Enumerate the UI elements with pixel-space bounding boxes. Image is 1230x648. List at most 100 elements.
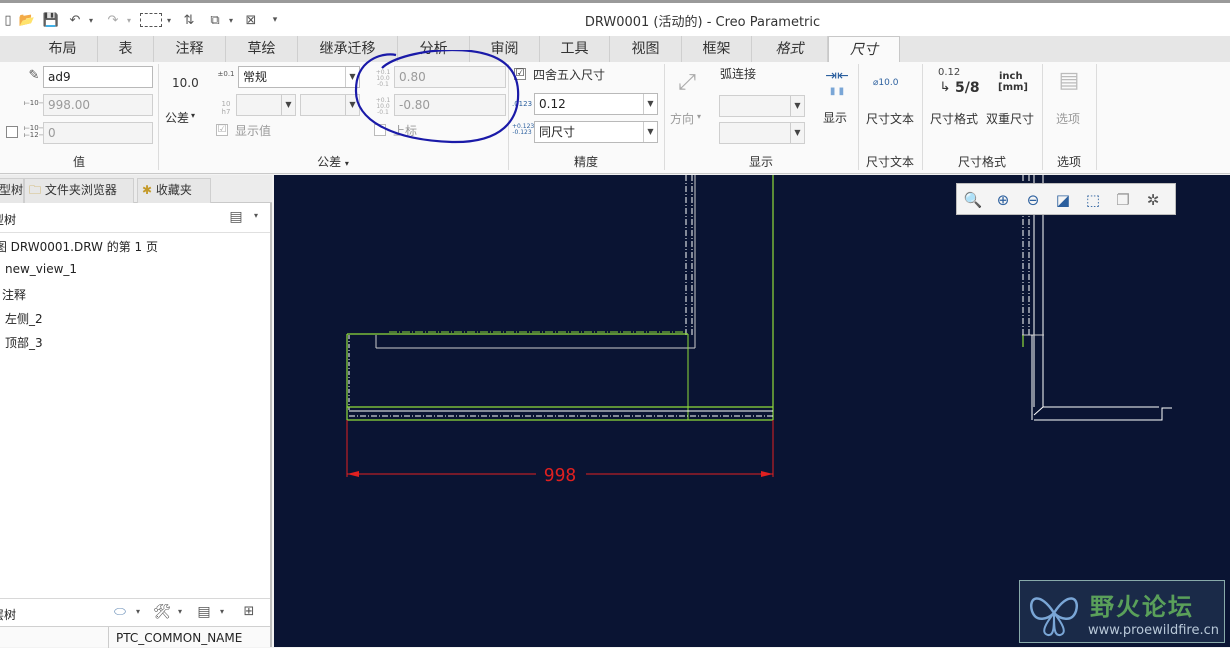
show-value-checkbox[interactable]: ☑ — [216, 124, 228, 136]
zoom-in-icon[interactable]: ⊕ — [991, 188, 1015, 212]
column-settings-icon[interactable]: ⊞ — [238, 604, 260, 619]
tab-table[interactable]: 表 — [98, 36, 154, 62]
display-group-label: 显示 — [748, 155, 773, 169]
show-icon[interactable]: ⬭ — [110, 604, 130, 620]
direction-icon[interactable]: ⤢ — [670, 70, 704, 95]
precision-group-label: 精度 — [573, 155, 598, 169]
override-value-field[interactable]: 0 — [43, 122, 153, 144]
tree-settings-icon[interactable]: ▤ — [228, 209, 244, 225]
show-dropdown-icon[interactable]: ▾ — [134, 607, 142, 616]
dimension-format-button[interactable]: 尺寸格式 — [930, 110, 978, 127]
direction-label[interactable]: 方向 — [670, 110, 694, 127]
chevron-down-icon: ▼ — [643, 122, 657, 142]
chevron-down-icon: ▼ — [281, 95, 295, 115]
tab-frame[interactable]: 框架 — [682, 36, 752, 62]
tree-item-drawing-label: 绘图 DRW0001.DRW 的第 1 页 — [0, 240, 158, 254]
tree-item-annotations[interactable]: 注释 — [2, 286, 26, 303]
model-tree-panel: 模型树 ▤ ▾ 绘图 DRW0001.DRW 的第 1 页 new_view_1… — [0, 203, 272, 648]
dimension-text-button[interactable]: 尺寸文本 — [866, 110, 914, 127]
tab-folder-browser-label: 文件夹浏览器 — [44, 183, 117, 197]
tolerance-dropdown-icon[interactable]: ▾ — [191, 111, 195, 120]
direction-dropdown-icon[interactable]: ▾ — [697, 112, 701, 121]
nominal-value-field[interactable]: 998.00 — [43, 94, 153, 116]
tab-model-tree-label: 模型树 — [0, 183, 23, 197]
dimension-arrow-left — [347, 471, 359, 477]
tools-icon[interactable]: 🛠 — [152, 604, 172, 620]
drawing-canvas[interactable]: 998 — [274, 175, 1230, 647]
arc-join-style-select[interactable]: ▼ — [719, 122, 805, 144]
options-document-icon[interactable]: ▤ — [1058, 68, 1080, 93]
fit-class-icon: 10 h7 — [221, 100, 231, 116]
repaint-icon[interactable]: ◪ — [1051, 188, 1075, 212]
format-arrow-icon: ↳ — [939, 80, 951, 95]
forum-url: www.proewildfire.cn — [1088, 623, 1219, 638]
tree-item-left-view[interactable]: 左侧_2 — [5, 310, 43, 327]
override-value-checkbox[interactable] — [6, 126, 18, 138]
options-group-label: 选项 — [1056, 155, 1081, 169]
tools-dropdown-icon[interactable]: ▾ — [176, 607, 184, 616]
tolerance-format-value: 常规 — [243, 70, 268, 84]
format-top-text: 0.12 — [938, 67, 961, 78]
annotation-display-icon[interactable]: ✲ — [1141, 188, 1165, 212]
nominal-value-icon: ⟝10⟞ — [24, 99, 45, 107]
chevron-down-icon: ▼ — [790, 96, 804, 116]
tab-favorites[interactable]: ✱ 收藏夹 — [137, 178, 211, 203]
forum-logo-icon — [1029, 597, 1079, 637]
show-arrows-icon[interactable]: ▮ ▮ — [818, 86, 856, 97]
list-settings-dropdown-icon[interactable]: ▾ — [218, 607, 226, 616]
tab-dimension[interactable]: 尺寸 — [828, 36, 900, 63]
dimension-name-field[interactable]: ad9 — [43, 66, 153, 88]
ribbon-tabs: 件 布局 表 注释 草绘 继承迁移 分析 审阅 工具 视图 框架 格式 尺寸 — [0, 36, 1230, 98]
tab-annotate[interactable]: 注释 — [154, 36, 226, 62]
ribbon-panel: ✎ ad9 ⟝10⟞ 998.00 ⟝10⟞ ⟝12⟞ 0 值 10.0 公差 ▾… — [0, 50, 1230, 174]
tolerance-group-text: 公差 — [317, 155, 342, 169]
folder-icon: 🗀 — [29, 183, 42, 197]
tree-settings-dropdown-icon[interactable]: ▾ — [251, 211, 261, 220]
tolerance-format-select[interactable]: 常规 ▼ — [238, 66, 360, 88]
show-value-label: 显示值 — [235, 124, 272, 138]
tab-layout[interactable]: 布局 — [28, 36, 98, 62]
layers-icon[interactable]: ❐ — [1111, 188, 1135, 212]
arc-join-select[interactable]: ▼ — [719, 95, 805, 117]
tolerance-precision-select[interactable]: 同尺寸 ▼ — [534, 121, 658, 143]
tab-format[interactable]: 格式 — [752, 36, 828, 62]
decimal-places-select[interactable]: 0.12 ▼ — [534, 93, 658, 115]
chevron-down-icon: ▼ — [643, 94, 657, 114]
tree-item-view[interactable]: new_view_1 — [5, 262, 77, 276]
hand-drawn-circle-annotation — [354, 50, 520, 144]
tab-model-tree[interactable]: 模型树 — [0, 178, 24, 203]
column-header-row: PTC_COMMON_NAME — [0, 626, 270, 648]
refit-icon[interactable]: 🔍 — [961, 188, 985, 212]
display-style-icon[interactable]: ⬚ — [1081, 188, 1105, 212]
fit-grade-select[interactable]: ▼ — [300, 94, 360, 116]
list-settings-icon[interactable]: ▤ — [194, 604, 214, 620]
dimension-value-text[interactable]: 998 — [544, 465, 577, 486]
format-fraction-text: 5/8 — [955, 80, 980, 96]
forum-watermark: 野火论坛 www.proewildfire.cn — [1019, 580, 1225, 643]
show-button[interactable]: 显示 — [823, 109, 847, 126]
side-view-edge — [1033, 406, 1044, 416]
zoom-out-icon[interactable]: ⊖ — [1021, 188, 1045, 212]
tolerance-button[interactable]: 公差 — [165, 109, 189, 126]
dimension-arrow-right — [761, 471, 773, 477]
witness-line-icon[interactable]: ⇥⇤ — [818, 68, 856, 84]
tab-view[interactable]: 视图 — [610, 36, 682, 62]
tab-folder-browser[interactable]: 🗀 文件夹浏览器 — [24, 178, 134, 203]
model-tree-header: 模型树 ▤ ▾ — [0, 203, 270, 233]
column-header-name[interactable]: PTC_COMMON_NAME — [116, 631, 242, 645]
fit-class-select[interactable]: ▼ — [236, 94, 296, 116]
layer-tree-title: 层树 — [0, 608, 16, 622]
decimal-places-value: 0.12 — [539, 97, 566, 111]
tab-tools[interactable]: 工具 — [540, 36, 610, 62]
tree-item-top-view[interactable]: 顶部_3 — [5, 334, 43, 351]
dual-dimension-button[interactable]: 双重尺寸 — [986, 110, 1034, 127]
chevron-down-icon: ▼ — [790, 123, 804, 143]
tree-item-drawing[interactable]: 绘图 DRW0001.DRW 的第 1 页 — [0, 238, 158, 255]
dim-text-group-label: 尺寸文本 — [865, 155, 914, 169]
dimension-text-icon[interactable]: ⌀10.0 — [873, 78, 898, 88]
title-bar: ▯ 📂 💾 ↶ ▾ ↷ ▾ ▾ ⇅ ⧉ ▾ ⊠ ▾ DRW0001 (活动的) … — [0, 0, 1230, 36]
drawing-geometry: 998 — [346, 175, 1172, 486]
mm-text: [mm] — [998, 82, 1028, 93]
options-button[interactable]: 选项 — [1056, 110, 1080, 127]
tab-sketch[interactable]: 草绘 — [226, 36, 298, 62]
